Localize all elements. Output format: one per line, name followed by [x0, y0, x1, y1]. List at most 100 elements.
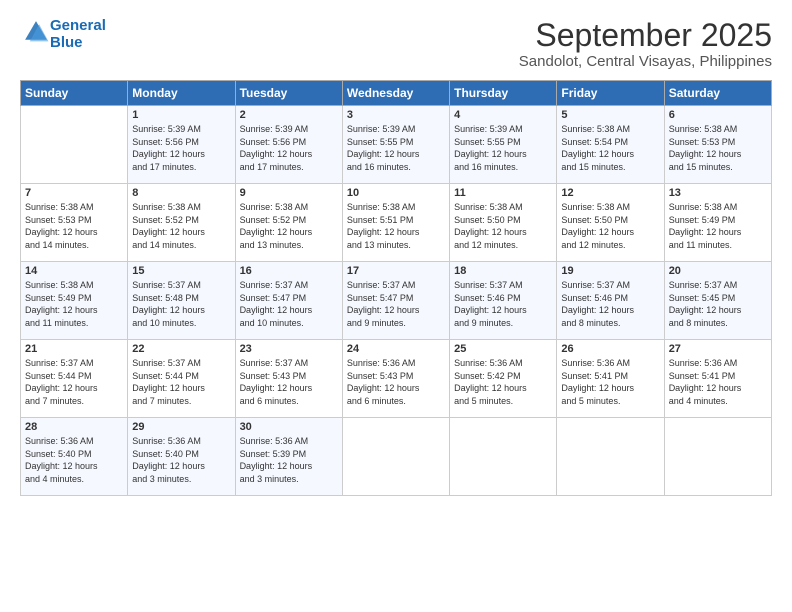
cell-info: Sunrise: 5:38 AM Sunset: 5:51 PM Dayligh… [347, 201, 445, 251]
day-number: 7 [25, 187, 123, 199]
calendar-cell: 1Sunrise: 5:39 AM Sunset: 5:56 PM Daylig… [128, 106, 235, 184]
day-number: 2 [240, 109, 338, 121]
cell-info: Sunrise: 5:37 AM Sunset: 5:48 PM Dayligh… [132, 279, 230, 329]
calendar-cell: 16Sunrise: 5:37 AM Sunset: 5:47 PM Dayli… [235, 262, 342, 340]
cell-info: Sunrise: 5:36 AM Sunset: 5:39 PM Dayligh… [240, 435, 338, 485]
calendar-cell [664, 418, 771, 496]
weekday-header-row: SundayMondayTuesdayWednesdayThursdayFrid… [21, 81, 772, 106]
cell-info: Sunrise: 5:37 AM Sunset: 5:46 PM Dayligh… [454, 279, 552, 329]
weekday-header: Monday [128, 81, 235, 106]
day-number: 26 [561, 343, 659, 355]
day-number: 28 [25, 421, 123, 433]
calendar-cell [342, 418, 449, 496]
logo-line1: General [50, 17, 106, 34]
day-number: 24 [347, 343, 445, 355]
cell-info: Sunrise: 5:37 AM Sunset: 5:44 PM Dayligh… [25, 357, 123, 407]
calendar-cell: 19Sunrise: 5:37 AM Sunset: 5:46 PM Dayli… [557, 262, 664, 340]
cell-info: Sunrise: 5:38 AM Sunset: 5:52 PM Dayligh… [240, 201, 338, 251]
calendar-table: SundayMondayTuesdayWednesdayThursdayFrid… [20, 80, 772, 496]
cell-info: Sunrise: 5:36 AM Sunset: 5:41 PM Dayligh… [561, 357, 659, 407]
calendar-week-row: 14 Sunrise: 5:38 AM Sunset: 5:49 PM Dayli… [21, 262, 772, 340]
month-title: September 2025 [519, 18, 772, 53]
header: General Blue September 2025 Sandolot, Ce… [20, 18, 772, 70]
logo-text: General Blue [50, 18, 106, 51]
calendar-cell: 9 Sunrise: 5:38 AM Sunset: 5:52 PM Daylig… [235, 184, 342, 262]
calendar-cell [450, 418, 557, 496]
calendar-cell: 29 Sunrise: 5:36 AM Sunset: 5:40 PM Dayli… [128, 418, 235, 496]
calendar-cell: 20 Sunrise: 5:37 AM Sunset: 5:45 PM Dayli… [664, 262, 771, 340]
calendar-cell: 22Sunrise: 5:37 AM Sunset: 5:44 PM Dayli… [128, 340, 235, 418]
calendar-cell: 24 Sunrise: 5:36 AM Sunset: 5:43 PM Dayli… [342, 340, 449, 418]
weekday-header: Thursday [450, 81, 557, 106]
calendar-cell: 23Sunrise: 5:37 AM Sunset: 5:43 PM Dayli… [235, 340, 342, 418]
cell-info: Sunrise: 5:37 AM Sunset: 5:44 PM Dayligh… [132, 357, 230, 407]
day-number: 6 [669, 109, 767, 121]
day-number: 10 [347, 187, 445, 199]
cell-info: Sunrise: 5:39 AM Sunset: 5:56 PM Dayligh… [132, 123, 230, 173]
day-number: 14 [25, 265, 123, 277]
day-number: 30 [240, 421, 338, 433]
day-number: 15 [132, 265, 230, 277]
cell-info: Sunrise: 5:39 AM Sunset: 5:56 PM Dayligh… [240, 123, 338, 173]
day-number: 3 [347, 109, 445, 121]
weekday-header: Wednesday [342, 81, 449, 106]
calendar-cell: 4Sunrise: 5:39 AM Sunset: 5:55 PM Daylig… [450, 106, 557, 184]
calendar-cell [21, 106, 128, 184]
day-number: 20 [669, 265, 767, 277]
cell-info: Sunrise: 5:38 AM Sunset: 5:50 PM Dayligh… [561, 201, 659, 251]
day-number: 12 [561, 187, 659, 199]
cell-info: Sunrise: 5:37 AM Sunset: 5:46 PM Dayligh… [561, 279, 659, 329]
cell-info: Sunrise: 5:36 AM Sunset: 5:41 PM Dayligh… [669, 357, 767, 407]
calendar-cell: 30 Sunrise: 5:36 AM Sunset: 5:39 PM Dayli… [235, 418, 342, 496]
cell-info: Sunrise: 5:38 AM Sunset: 5:49 PM Dayligh… [669, 201, 767, 251]
cell-info: Sunrise: 5:38 AM Sunset: 5:54 PM Dayligh… [561, 123, 659, 173]
calendar-cell: 11Sunrise: 5:38 AM Sunset: 5:50 PM Dayli… [450, 184, 557, 262]
location: Sandolot, Central Visayas, Philippines [519, 53, 772, 70]
cell-info: Sunrise: 5:36 AM Sunset: 5:42 PM Dayligh… [454, 357, 552, 407]
day-number: 18 [454, 265, 552, 277]
calendar-week-row: 1Sunrise: 5:39 AM Sunset: 5:56 PM Daylig… [21, 106, 772, 184]
day-number: 21 [25, 343, 123, 355]
day-number: 13 [669, 187, 767, 199]
weekday-header: Saturday [664, 81, 771, 106]
calendar-cell: 6 Sunrise: 5:38 AM Sunset: 5:53 PM Daylig… [664, 106, 771, 184]
cell-info: Sunrise: 5:36 AM Sunset: 5:43 PM Dayligh… [347, 357, 445, 407]
calendar-cell: 26 Sunrise: 5:36 AM Sunset: 5:41 PM Dayli… [557, 340, 664, 418]
calendar-week-row: 21 Sunrise: 5:37 AM Sunset: 5:44 PM Dayli… [21, 340, 772, 418]
calendar-cell: 2 Sunrise: 5:39 AM Sunset: 5:56 PM Daylig… [235, 106, 342, 184]
day-number: 4 [454, 109, 552, 121]
calendar-cell: 3 Sunrise: 5:39 AM Sunset: 5:55 PM Daylig… [342, 106, 449, 184]
cell-info: Sunrise: 5:37 AM Sunset: 5:47 PM Dayligh… [347, 279, 445, 329]
calendar-cell: 10 Sunrise: 5:38 AM Sunset: 5:51 PM Dayli… [342, 184, 449, 262]
cell-info: Sunrise: 5:39 AM Sunset: 5:55 PM Dayligh… [347, 123, 445, 173]
day-number: 5 [561, 109, 659, 121]
title-block: September 2025 Sandolot, Central Visayas… [519, 18, 772, 70]
cell-info: Sunrise: 5:38 AM Sunset: 5:49 PM Dayligh… [25, 279, 123, 329]
calendar-cell: 8Sunrise: 5:38 AM Sunset: 5:52 PM Daylig… [128, 184, 235, 262]
day-number: 8 [132, 187, 230, 199]
calendar-week-row: 7 Sunrise: 5:38 AM Sunset: 5:53 PM Daylig… [21, 184, 772, 262]
cell-info: Sunrise: 5:38 AM Sunset: 5:53 PM Dayligh… [25, 201, 123, 251]
calendar-cell: 13 Sunrise: 5:38 AM Sunset: 5:49 PM Dayli… [664, 184, 771, 262]
cell-info: Sunrise: 5:37 AM Sunset: 5:43 PM Dayligh… [240, 357, 338, 407]
day-number: 9 [240, 187, 338, 199]
calendar-cell: 27 Sunrise: 5:36 AM Sunset: 5:41 PM Dayli… [664, 340, 771, 418]
cell-info: Sunrise: 5:36 AM Sunset: 5:40 PM Dayligh… [132, 435, 230, 485]
cell-info: Sunrise: 5:38 AM Sunset: 5:53 PM Dayligh… [669, 123, 767, 173]
day-number: 17 [347, 265, 445, 277]
calendar-cell: 18 Sunrise: 5:37 AM Sunset: 5:46 PM Dayli… [450, 262, 557, 340]
calendar-cell: 14 Sunrise: 5:38 AM Sunset: 5:49 PM Dayli… [21, 262, 128, 340]
calendar-cell: 25Sunrise: 5:36 AM Sunset: 5:42 PM Dayli… [450, 340, 557, 418]
weekday-header: Tuesday [235, 81, 342, 106]
cell-info: Sunrise: 5:37 AM Sunset: 5:45 PM Dayligh… [669, 279, 767, 329]
weekday-header: Sunday [21, 81, 128, 106]
calendar-week-row: 28 Sunrise: 5:36 AM Sunset: 5:40 PM Dayli… [21, 418, 772, 496]
weekday-header: Friday [557, 81, 664, 106]
calendar-cell [557, 418, 664, 496]
cell-info: Sunrise: 5:38 AM Sunset: 5:50 PM Dayligh… [454, 201, 552, 251]
day-number: 27 [669, 343, 767, 355]
day-number: 29 [132, 421, 230, 433]
logo-line2: Blue [50, 34, 83, 51]
logo: General Blue [20, 18, 106, 51]
calendar-cell: 7 Sunrise: 5:38 AM Sunset: 5:53 PM Daylig… [21, 184, 128, 262]
